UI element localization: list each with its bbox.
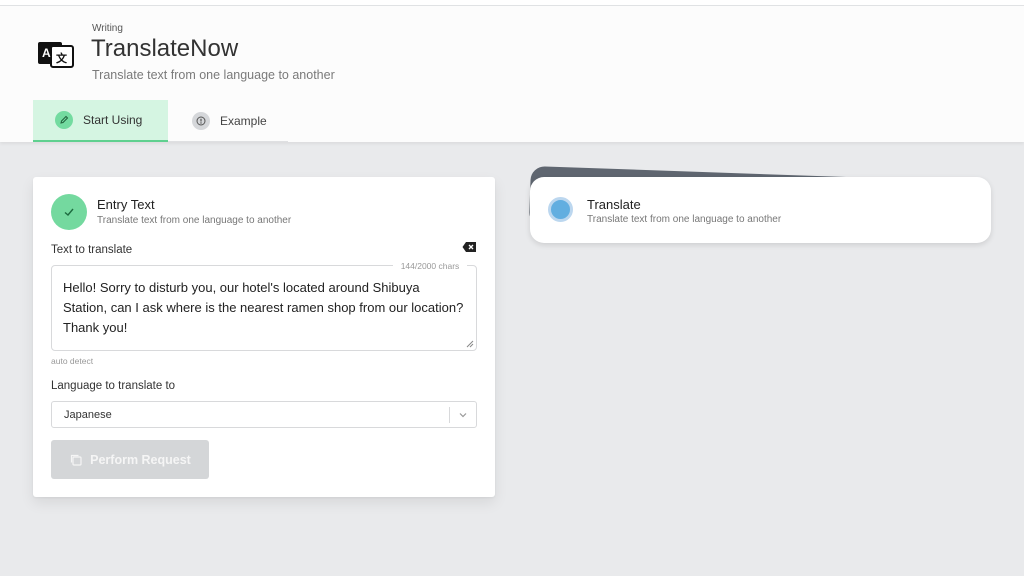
language-select-value: Japanese: [64, 409, 112, 421]
clear-text-icon[interactable]: [462, 241, 477, 253]
check-icon: [64, 208, 74, 216]
tab-example-label: Example: [220, 113, 267, 128]
resize-handle[interactable]: [466, 340, 474, 348]
svg-text:A: A: [42, 46, 51, 60]
step-pending-badge: [548, 197, 573, 222]
entry-card-subtitle: Translate text from one language to anot…: [97, 215, 292, 226]
translate-card: Translate Translate text from one langua…: [530, 177, 991, 243]
page-subtitle: Translate text from one language to anot…: [92, 68, 335, 82]
info-icon: [192, 111, 210, 130]
tab-start-using[interactable]: Start Using: [33, 100, 168, 142]
pencil-icon: [55, 111, 73, 129]
app-category: Writing: [92, 23, 123, 34]
translate-card-title: Translate: [587, 197, 641, 212]
tab-start-using-label: Start Using: [83, 113, 143, 127]
translate-card-subtitle: Translate text from one language to anot…: [587, 214, 782, 225]
entry-text-card: Entry Text Translate text from one langu…: [33, 177, 495, 497]
select-divider: [449, 407, 450, 423]
auto-detect-hint: auto detect: [51, 356, 94, 366]
app-header: A 文 Writing TranslateNow Translate text …: [0, 6, 1024, 142]
language-label: Language to translate to: [51, 380, 176, 392]
perform-request-label: Perform Request: [90, 452, 191, 467]
tab-example[interactable]: Example: [168, 100, 288, 142]
page-title: TranslateNow: [91, 35, 239, 62]
text-to-translate-value: Hello! Sorry to disturb you, our hotel's…: [63, 280, 464, 335]
translate-icon: A 文: [38, 42, 74, 68]
tab-bar: Start Using Example: [33, 100, 288, 142]
step-complete-badge: [51, 194, 87, 230]
entry-card-title: Entry Text: [97, 197, 155, 212]
char-count: 144/2000 chars: [393, 261, 467, 271]
language-select[interactable]: Japanese: [51, 401, 477, 428]
copy-icon: [71, 454, 82, 466]
text-to-translate-label: Text to translate: [51, 244, 133, 256]
perform-request-button[interactable]: Perform Request: [51, 440, 209, 479]
chevron-down-icon: [459, 413, 467, 418]
svg-text:文: 文: [56, 51, 68, 65]
text-to-translate-input[interactable]: Hello! Sorry to disturb you, our hotel's…: [51, 265, 477, 351]
